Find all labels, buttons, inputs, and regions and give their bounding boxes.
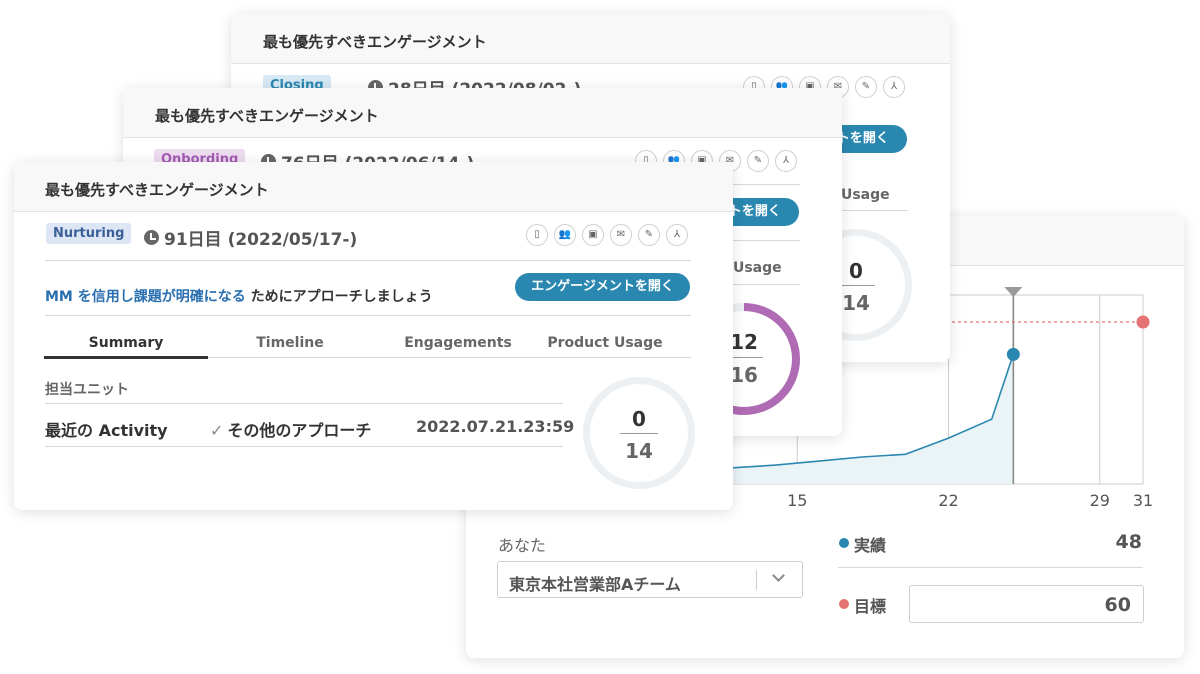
share-icon[interactable]: ⅄ xyxy=(775,150,797,172)
share-icon[interactable]: ⅄ xyxy=(883,76,905,98)
goal-message: MM を信用し課題が明確になる ためにアプローチしましょう xyxy=(45,286,433,306)
pencil-icon[interactable]: ✎ xyxy=(638,224,660,246)
x-tick-label: 29 xyxy=(1090,491,1110,510)
goal-link[interactable]: MM を信用し課題が明確になる xyxy=(45,289,246,305)
check-icon: ✓ xyxy=(210,421,224,440)
people-icon[interactable]: 👥 xyxy=(554,224,576,246)
activity-value-text: その他のアプローチ xyxy=(227,421,372,440)
target-dot-icon xyxy=(839,599,849,609)
x-tick-label: 31 xyxy=(1133,491,1153,510)
usage-ring-divider xyxy=(620,433,658,434)
tab-engagements[interactable]: Engagements xyxy=(376,335,540,351)
share-icon[interactable]: ⅄ xyxy=(666,224,688,246)
section-divider xyxy=(45,315,691,316)
actual-value: 48 xyxy=(1115,531,1142,553)
usage-ring: 0 14 xyxy=(583,377,695,489)
card-title: 最も優先すべきエンゲージメント xyxy=(14,162,733,212)
target-input-value: 60 xyxy=(1104,594,1131,616)
unit-label: 担当ユニット xyxy=(45,382,129,398)
stage-badge-nurturing: Nurturing xyxy=(46,223,132,244)
actual-divider xyxy=(838,567,1143,568)
x-tick-label: 15 xyxy=(787,491,807,510)
select-divider xyxy=(756,570,757,590)
target-label: 目標 xyxy=(854,597,887,616)
engagement-card-nurturing: 最も優先すべきエンゲージメント Nurturing 91日目 (2022/05/… xyxy=(14,162,733,510)
target-input[interactable]: 60 xyxy=(909,585,1144,623)
tab-summary[interactable]: Summary xyxy=(44,335,208,351)
row-divider xyxy=(45,446,563,447)
team-select[interactable]: 東京本社営業部Aチーム xyxy=(497,561,803,598)
usage-ring-divider xyxy=(837,285,875,286)
tab-timeline[interactable]: Timeline xyxy=(208,335,372,351)
x-tick-label: 22 xyxy=(938,491,958,510)
activity-label: 最近の Activity xyxy=(45,421,168,440)
activity-value: ✓ その他のアプローチ xyxy=(210,417,371,441)
actual-point xyxy=(1006,347,1020,361)
team-select-value: 東京本社営業部Aチーム xyxy=(509,575,681,594)
elapsed-days-text: 91日目 (2022/05/17-) xyxy=(164,230,358,250)
clock-icon xyxy=(144,230,159,245)
open-engagement-button[interactable]: エンゲージメントを開く xyxy=(515,273,690,301)
tab-product-usage[interactable]: Product Usage xyxy=(532,335,678,351)
you-label: あなた xyxy=(498,536,547,555)
mail-icon[interactable]: ✉ xyxy=(610,224,632,246)
pencil-icon[interactable]: ✎ xyxy=(855,76,877,98)
actual-label: 実績 xyxy=(854,536,887,555)
active-tab-indicator xyxy=(44,356,208,359)
action-icons: ▯ 👥 ▣ ✉ ✎ ⅄ xyxy=(526,224,688,246)
building-icon[interactable]: ▯ xyxy=(526,224,548,246)
actual-dot-icon xyxy=(839,538,849,548)
pencil-icon[interactable]: ✎ xyxy=(747,150,769,172)
chevron-down-icon xyxy=(772,569,785,582)
elapsed-days: 91日目 (2022/05/17-) xyxy=(144,225,357,250)
usage-ring-value: 0 xyxy=(632,407,646,431)
card-title: 最も優先すべきエンゲージメント xyxy=(123,88,842,138)
briefcase-icon[interactable]: ▣ xyxy=(582,224,604,246)
row-divider xyxy=(45,403,563,404)
section-divider xyxy=(45,260,691,261)
card-title: 最も優先すべきエンゲージメント xyxy=(231,14,950,64)
goal-rest: ためにアプローチしましょう xyxy=(250,289,433,305)
activity-time: 2022.07.21.23:59 xyxy=(416,417,575,436)
usage-ring-total: 14 xyxy=(625,439,653,463)
target-point xyxy=(1136,315,1150,329)
